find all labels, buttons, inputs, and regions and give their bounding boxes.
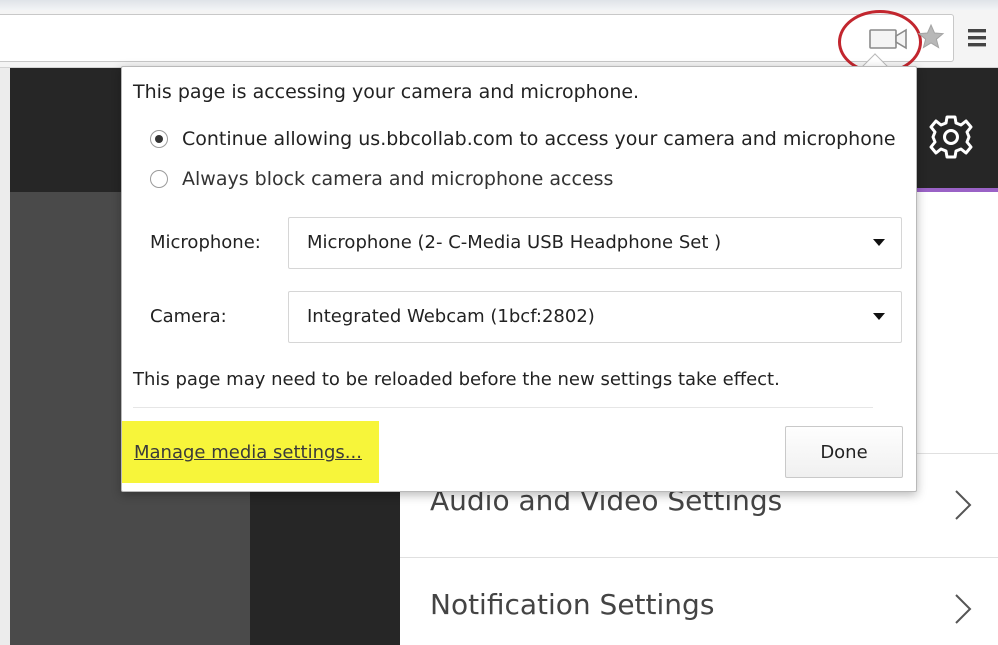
- option-continue-allowing[interactable]: Continue allowing us.bbcollab.com to acc…: [150, 128, 896, 150]
- microphone-select[interactable]: Microphone (2- C-Media USB Headphone Set…: [288, 217, 902, 269]
- microphone-label: Microphone:: [150, 232, 261, 253]
- camera-select[interactable]: Integrated Webcam (1bcf:2802): [288, 291, 902, 343]
- camera-label: Camera:: [150, 306, 227, 327]
- bookmark-star-icon[interactable]: [916, 22, 946, 52]
- divider: [133, 407, 873, 408]
- option-label: Always block camera and microphone acces…: [182, 168, 614, 190]
- gear-icon[interactable]: [926, 112, 976, 162]
- chevron-right-icon: [955, 490, 972, 520]
- manage-media-settings-link[interactable]: Manage media settings...: [134, 442, 362, 463]
- dropdown-caret-icon: [873, 313, 885, 320]
- popup-title: This page is accessing your camera and m…: [133, 81, 640, 103]
- settings-row-notifications[interactable]: Notification Settings: [400, 557, 998, 645]
- settings-row-label: Notification Settings: [430, 588, 715, 621]
- media-permission-popup: This page is accessing your camera and m…: [121, 66, 917, 492]
- radio-unchecked[interactable]: [150, 170, 168, 188]
- microphone-value: Microphone (2- C-Media USB Headphone Set…: [307, 232, 722, 253]
- camera-value: Integrated Webcam (1bcf:2802): [307, 306, 595, 327]
- address-bar[interactable]: [0, 14, 954, 62]
- page-edge: [0, 68, 10, 645]
- radio-checked[interactable]: [150, 130, 168, 148]
- reload-note: This page may need to be reloaded before…: [133, 369, 780, 390]
- hamburger-menu-icon[interactable]: [966, 26, 990, 50]
- option-label: Continue allowing us.bbcollab.com to acc…: [182, 128, 896, 150]
- done-button[interactable]: Done: [785, 426, 903, 478]
- window-top-strip: [0, 0, 998, 10]
- option-always-block[interactable]: Always block camera and microphone acces…: [150, 168, 613, 190]
- chevron-right-icon: [955, 594, 972, 624]
- dropdown-caret-icon: [873, 239, 885, 246]
